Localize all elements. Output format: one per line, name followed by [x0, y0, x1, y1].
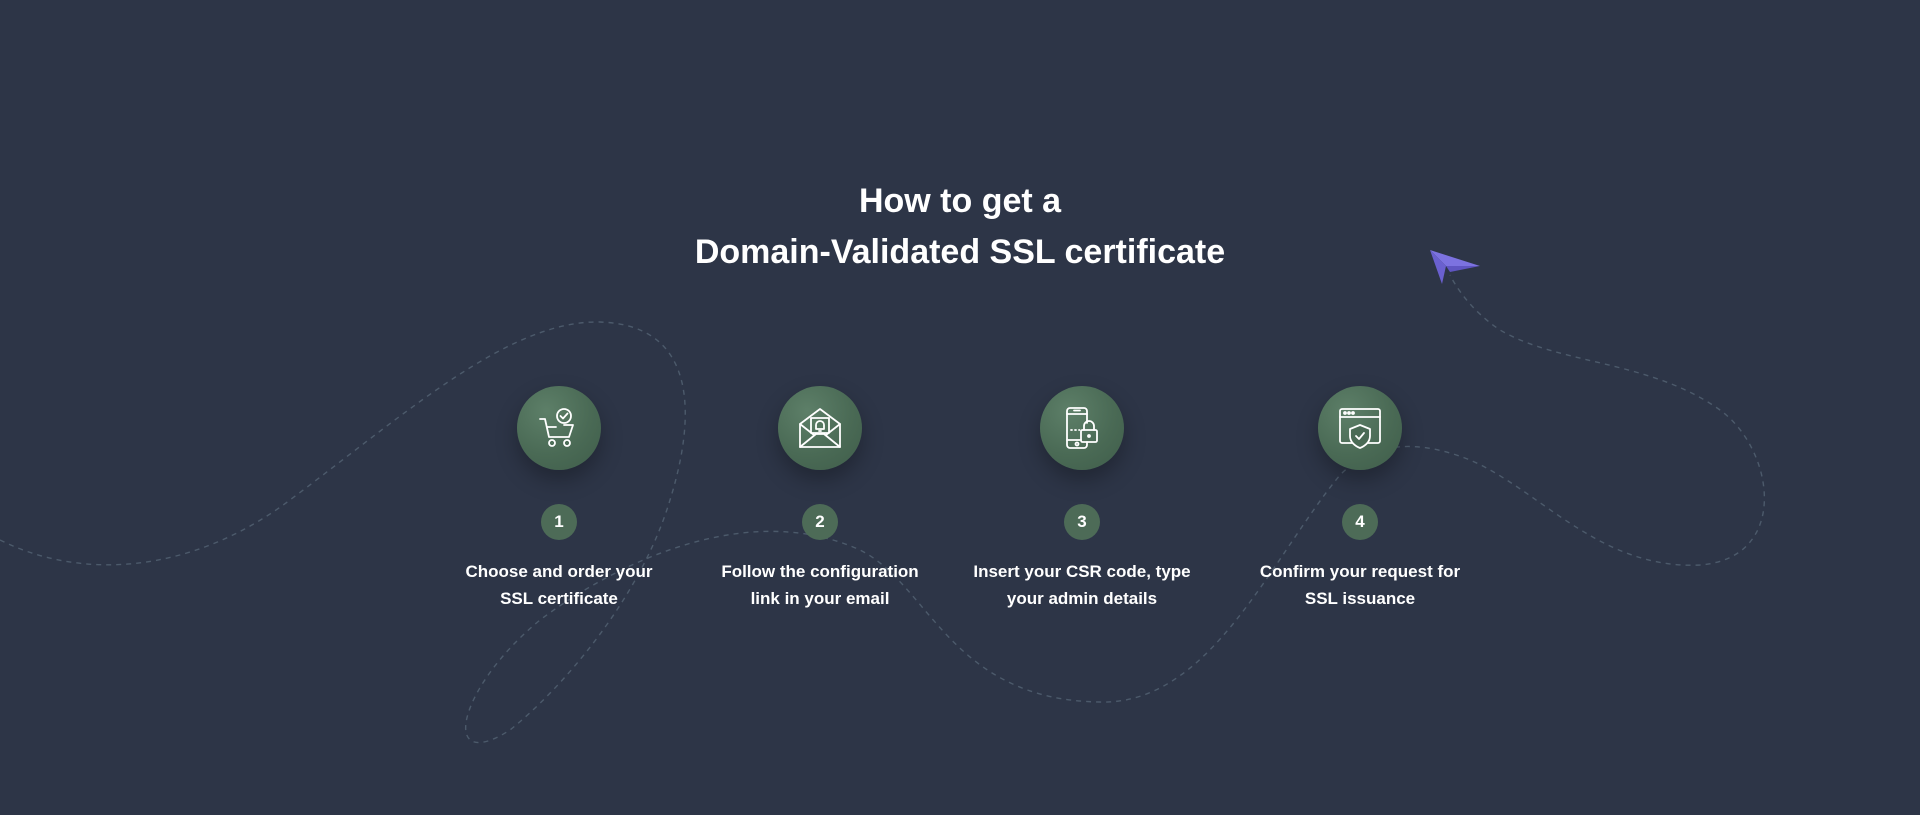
step-number: 2 — [802, 504, 838, 540]
phone-lock-icon — [1066, 407, 1098, 449]
step-description: Insert your CSR code, type your admin de… — [973, 562, 1191, 608]
step-icon-circle — [517, 386, 601, 470]
step-number: 4 — [1342, 504, 1378, 540]
step-description: Follow the configuration link in your em… — [721, 562, 919, 608]
step-icon-circle — [1318, 386, 1402, 470]
step-description: Confirm your request for SSL issuance — [1259, 562, 1461, 608]
step-number: 1 — [541, 504, 577, 540]
step-description: Choose and order your SSL certificate — [465, 562, 653, 608]
browser-shield-icon — [1339, 408, 1381, 449]
page-title: How to get a Domain-Validated SSL certif… — [0, 176, 1920, 278]
title-line-2: Domain-Validated SSL certificate — [694, 233, 1226, 271]
title-line-1: How to get a — [858, 182, 1062, 220]
dashed-flight-path — [0, 274, 1765, 744]
step-icon-circle — [1040, 386, 1124, 470]
envelope-bell-icon — [799, 408, 841, 448]
step-3: 3 Insert your CSR code, type your admin … — [972, 386, 1192, 612]
step-1: 1 Choose and order your SSL certificate — [449, 386, 669, 612]
step-icon-circle — [778, 386, 862, 470]
shopping-cart-check-icon — [539, 408, 574, 447]
step-number: 3 — [1064, 504, 1100, 540]
step-4: 4 Confirm your request for SSL issuance — [1250, 386, 1470, 612]
step-2: 2 Follow the configuration link in your … — [710, 386, 930, 612]
